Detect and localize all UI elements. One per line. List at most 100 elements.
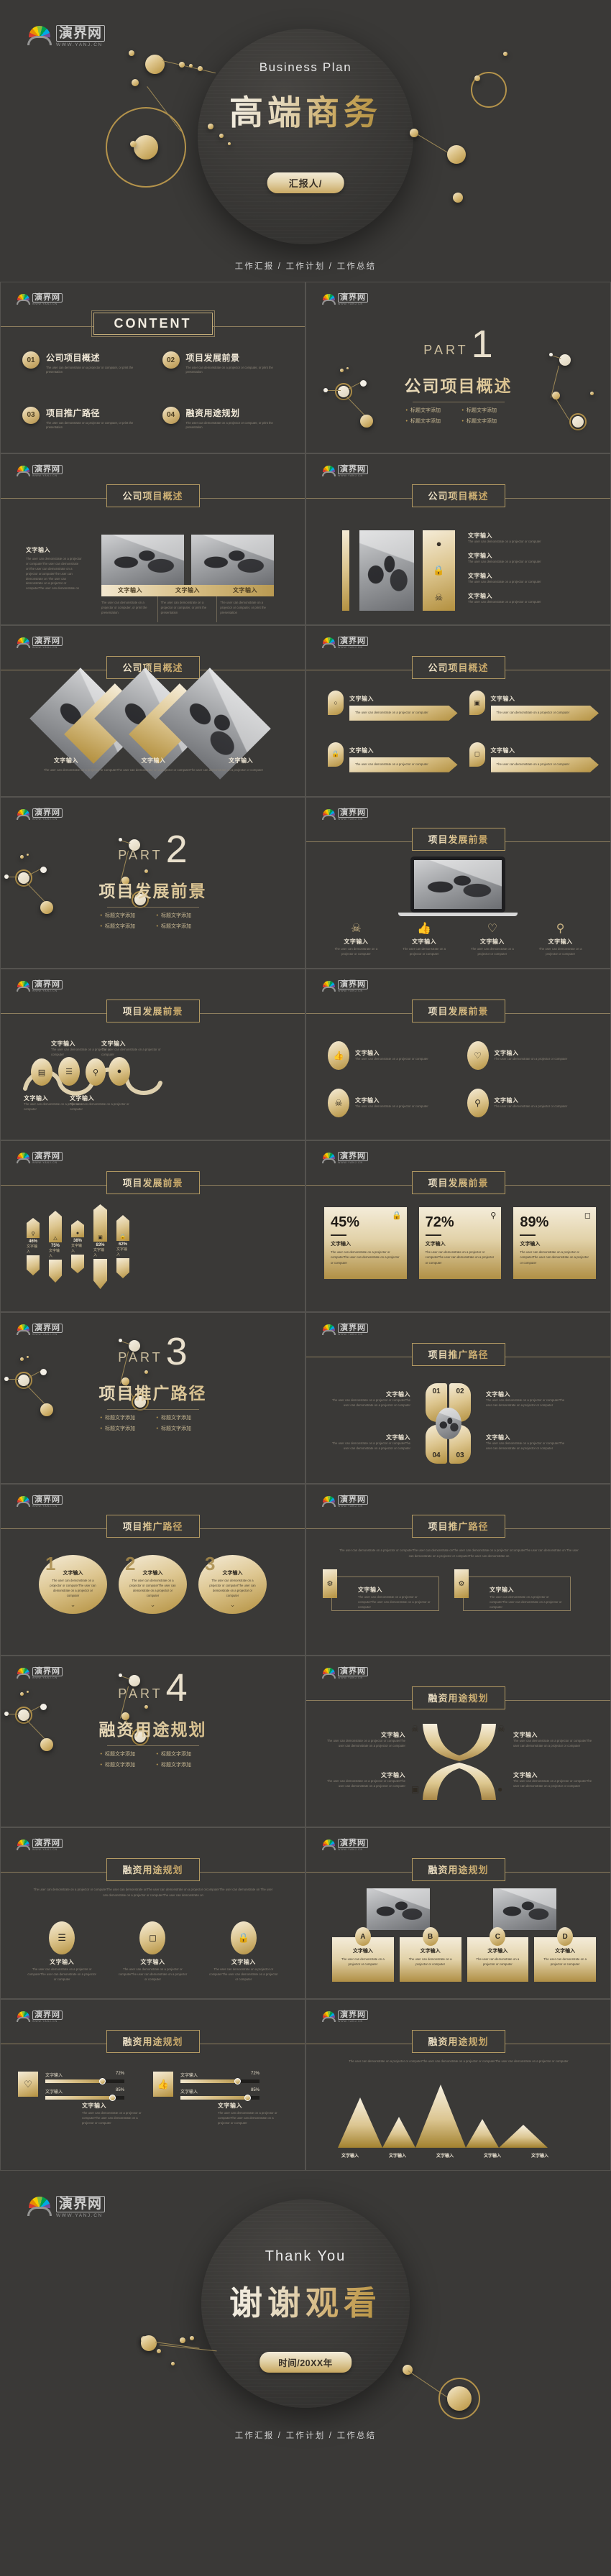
sliders-icon: ☰ <box>58 1057 80 1086</box>
logo-fan-icon <box>17 1839 30 1852</box>
slider-track[interactable] <box>180 2078 259 2085</box>
slider-fill <box>45 2079 103 2083</box>
toc-title: 项目推广路径 <box>46 407 101 418</box>
brand-name: 演界网 <box>32 1152 63 1162</box>
photo-placeholder <box>367 1888 430 1930</box>
slide-title-box: 项目发展前景 <box>411 1171 505 1194</box>
slider-value: 85% <box>250 2088 259 2092</box>
connector-line <box>159 2345 217 2352</box>
text-body: The user can demonstrate on a projector … <box>70 1102 129 1111</box>
slide-title: 项目推广路径 <box>428 1349 489 1360</box>
toc-desc: The user can demonstrate on a projector … <box>185 420 273 429</box>
text-body: The user can demonstrate on a projector … <box>490 1595 562 1609</box>
text-heading: 文字输入 <box>520 1242 541 1247</box>
slider-fill <box>180 2079 238 2083</box>
thumbs-up-icon: 👍 <box>328 1041 349 1070</box>
photo-placeholder <box>191 535 274 585</box>
brand-logo: 演界网 WWW.YANJ.CN <box>17 1149 70 1168</box>
slider-track[interactable] <box>45 2095 124 2101</box>
chevron-down-icon: ⌄ <box>70 1600 76 1608</box>
gold-ball <box>447 2386 472 2411</box>
slider-handle[interactable] <box>109 2095 116 2101</box>
slides-grid: 演界网 WWW.YANJ.CN CONTENT 01 公司项目概述 The us… <box>0 282 611 2171</box>
gold-ball <box>453 193 463 203</box>
arrow-card: ◻ 文字输入 The user can demonstrate on a pro… <box>469 742 599 772</box>
text-heading: 文字输入 <box>386 1434 410 1441</box>
slide-funding-star: 演界网 WWW.YANJ.CN 融资用途规划 ☠ ☠ ▣ ● 文字输入 The u… <box>306 1656 611 1827</box>
text-heading: 文字输入 <box>513 1732 538 1738</box>
brand-name: 演界网 <box>32 1839 63 1849</box>
brand-name: 演界网 <box>32 808 63 818</box>
slider-track[interactable] <box>45 2078 124 2085</box>
gold-ball <box>474 75 480 81</box>
text-body: The user can demonstrate on a projector … <box>538 947 582 956</box>
brand-url: WWW.YANJ.CN <box>338 303 363 306</box>
text-body: The user can demonstrate on a projector … <box>33 1888 273 1898</box>
list-item[interactable]: 03 项目推广路径 The user can demonstrate on a … <box>22 406 144 430</box>
logo-fan-icon <box>27 2197 52 2218</box>
text-body: The user can demonstrate on a projector … <box>209 1579 256 1598</box>
brand-logo: 演界网 WWW.YANJ.CN <box>322 1664 376 1683</box>
caption: 文字输入 <box>479 938 505 945</box>
brand-name: 演界网 <box>56 25 106 42</box>
toc-number: 02 <box>162 351 180 369</box>
caption: 文字输入 <box>344 938 369 945</box>
abcd-card: C 文字输入 The user can demonstrate on a pro… <box>467 1927 529 1982</box>
chart-bar: ● 38% 文字输入 <box>71 1220 84 1273</box>
logo-fan-icon <box>17 293 30 306</box>
feature-item: ☰ 文字输入 The user can demonstrate on a pro… <box>17 1921 107 1982</box>
part-bullets: 标题文字添加 标题文字添加 标题文字添加 标题文字添加 <box>101 1414 206 1432</box>
text-heading: 文字输入 <box>468 532 492 539</box>
caption: 文字输入 <box>229 757 254 764</box>
text-body: The user can demonstrate on a projector … <box>355 762 428 766</box>
brand-logo: 演界网 WWW.YANJ.CN <box>27 2191 121 2224</box>
chart-bar: 🔒 62% 文字输入 <box>116 1215 129 1278</box>
cover-presenter-pill: 汇报人/ <box>267 172 344 193</box>
part-block: PART2 项目发展前景 标题文字添加 标题文字添加 标题文字添加 标题文字添加 <box>1 830 305 930</box>
slider-handle[interactable] <box>244 2095 252 2101</box>
arrow-body: The user can demonstrate on a projector … <box>490 706 599 721</box>
list-item[interactable]: 02 项目发展前景 The user can demonstrate on a … <box>162 351 284 375</box>
brand-url: WWW.YANJ.CN <box>32 1333 58 1337</box>
slide-title: 项目推广路径 <box>428 1521 489 1532</box>
people-icon: △ <box>49 1211 62 1242</box>
list-item: 文字输入 The user can demonstrate on a projec… <box>468 592 583 605</box>
star-label: 文字输入 The user can demonstrate on a proje… <box>326 1731 405 1749</box>
bullet-item: 标题文字添加 <box>406 417 455 425</box>
stat-card: ◻ 89% 文字输入 The user can demonstrate on a… <box>513 1207 597 1279</box>
slide-title-box: 项目发展前景 <box>411 828 505 851</box>
slide-title: 公司项目概述 <box>122 491 183 502</box>
camera-icon: ◻ <box>139 1921 166 1954</box>
text-body: The user can demonstrate on a projector … <box>341 1957 385 1967</box>
text-body: The user can demonstrate on a projector … <box>355 1057 428 1061</box>
gold-ball <box>145 55 165 74</box>
text-body: The user can demonstrate on a projector … <box>496 711 570 714</box>
slider-handle[interactable] <box>234 2078 241 2085</box>
gold-ball <box>157 2349 161 2353</box>
slider-value: 72% <box>250 2072 259 2076</box>
slide-part-3: 演界网 WWW.YANJ.CN PART3 项目推广路径 • 标题文字添加 • … <box>0 1312 306 1484</box>
list-item[interactable]: 01 公司项目概述 The user can demonstrate on a … <box>22 351 144 375</box>
part-title: 项目发展前景 <box>1 877 305 902</box>
slider-handle[interactable] <box>98 2078 106 2085</box>
part-label: PART <box>118 1686 163 1701</box>
sliders-icon: ☰ <box>49 1921 75 1954</box>
brand-name: 演界网 <box>32 637 63 647</box>
slider-label: 文字输入 <box>180 2074 198 2078</box>
text-body: The user can demonstrate on a projector … <box>513 1779 592 1788</box>
slider-track[interactable] <box>180 2095 259 2101</box>
slider-fill <box>180 2096 248 2100</box>
photo-placeholder <box>436 1408 461 1439</box>
slide-part-2: 演界网 WWW.YANJ.CN PART2 项目发展前景 • 标题文字添加 • … <box>0 797 306 969</box>
slide-overview-icons: 演界网 WWW.YANJ.CN 公司项目概述 ● 🔒 ☠ 文字输入 The user… <box>306 453 611 625</box>
list-item[interactable]: 04 融资用途规划 The user can demonstrate on a … <box>162 406 284 430</box>
slide-promotion-petals: 演界网 WWW.YANJ.CN 项目推广路径 01 02 04 03 文字输入 T… <box>306 1312 611 1484</box>
document-icon: ▣ <box>411 1784 420 1794</box>
brand-name: 演界网 <box>338 980 368 990</box>
bar-label: 文字输入 <box>49 1249 60 1258</box>
bullet-item: 标题文字添加 <box>101 1761 150 1768</box>
text-body: The user can demonstrate on a projector … <box>513 1739 592 1748</box>
abcd-badge: C <box>490 1927 506 1946</box>
petal-number: 01 <box>432 1388 441 1395</box>
brand-logo: 演界网 WWW.YANJ.CN <box>17 2008 70 2026</box>
